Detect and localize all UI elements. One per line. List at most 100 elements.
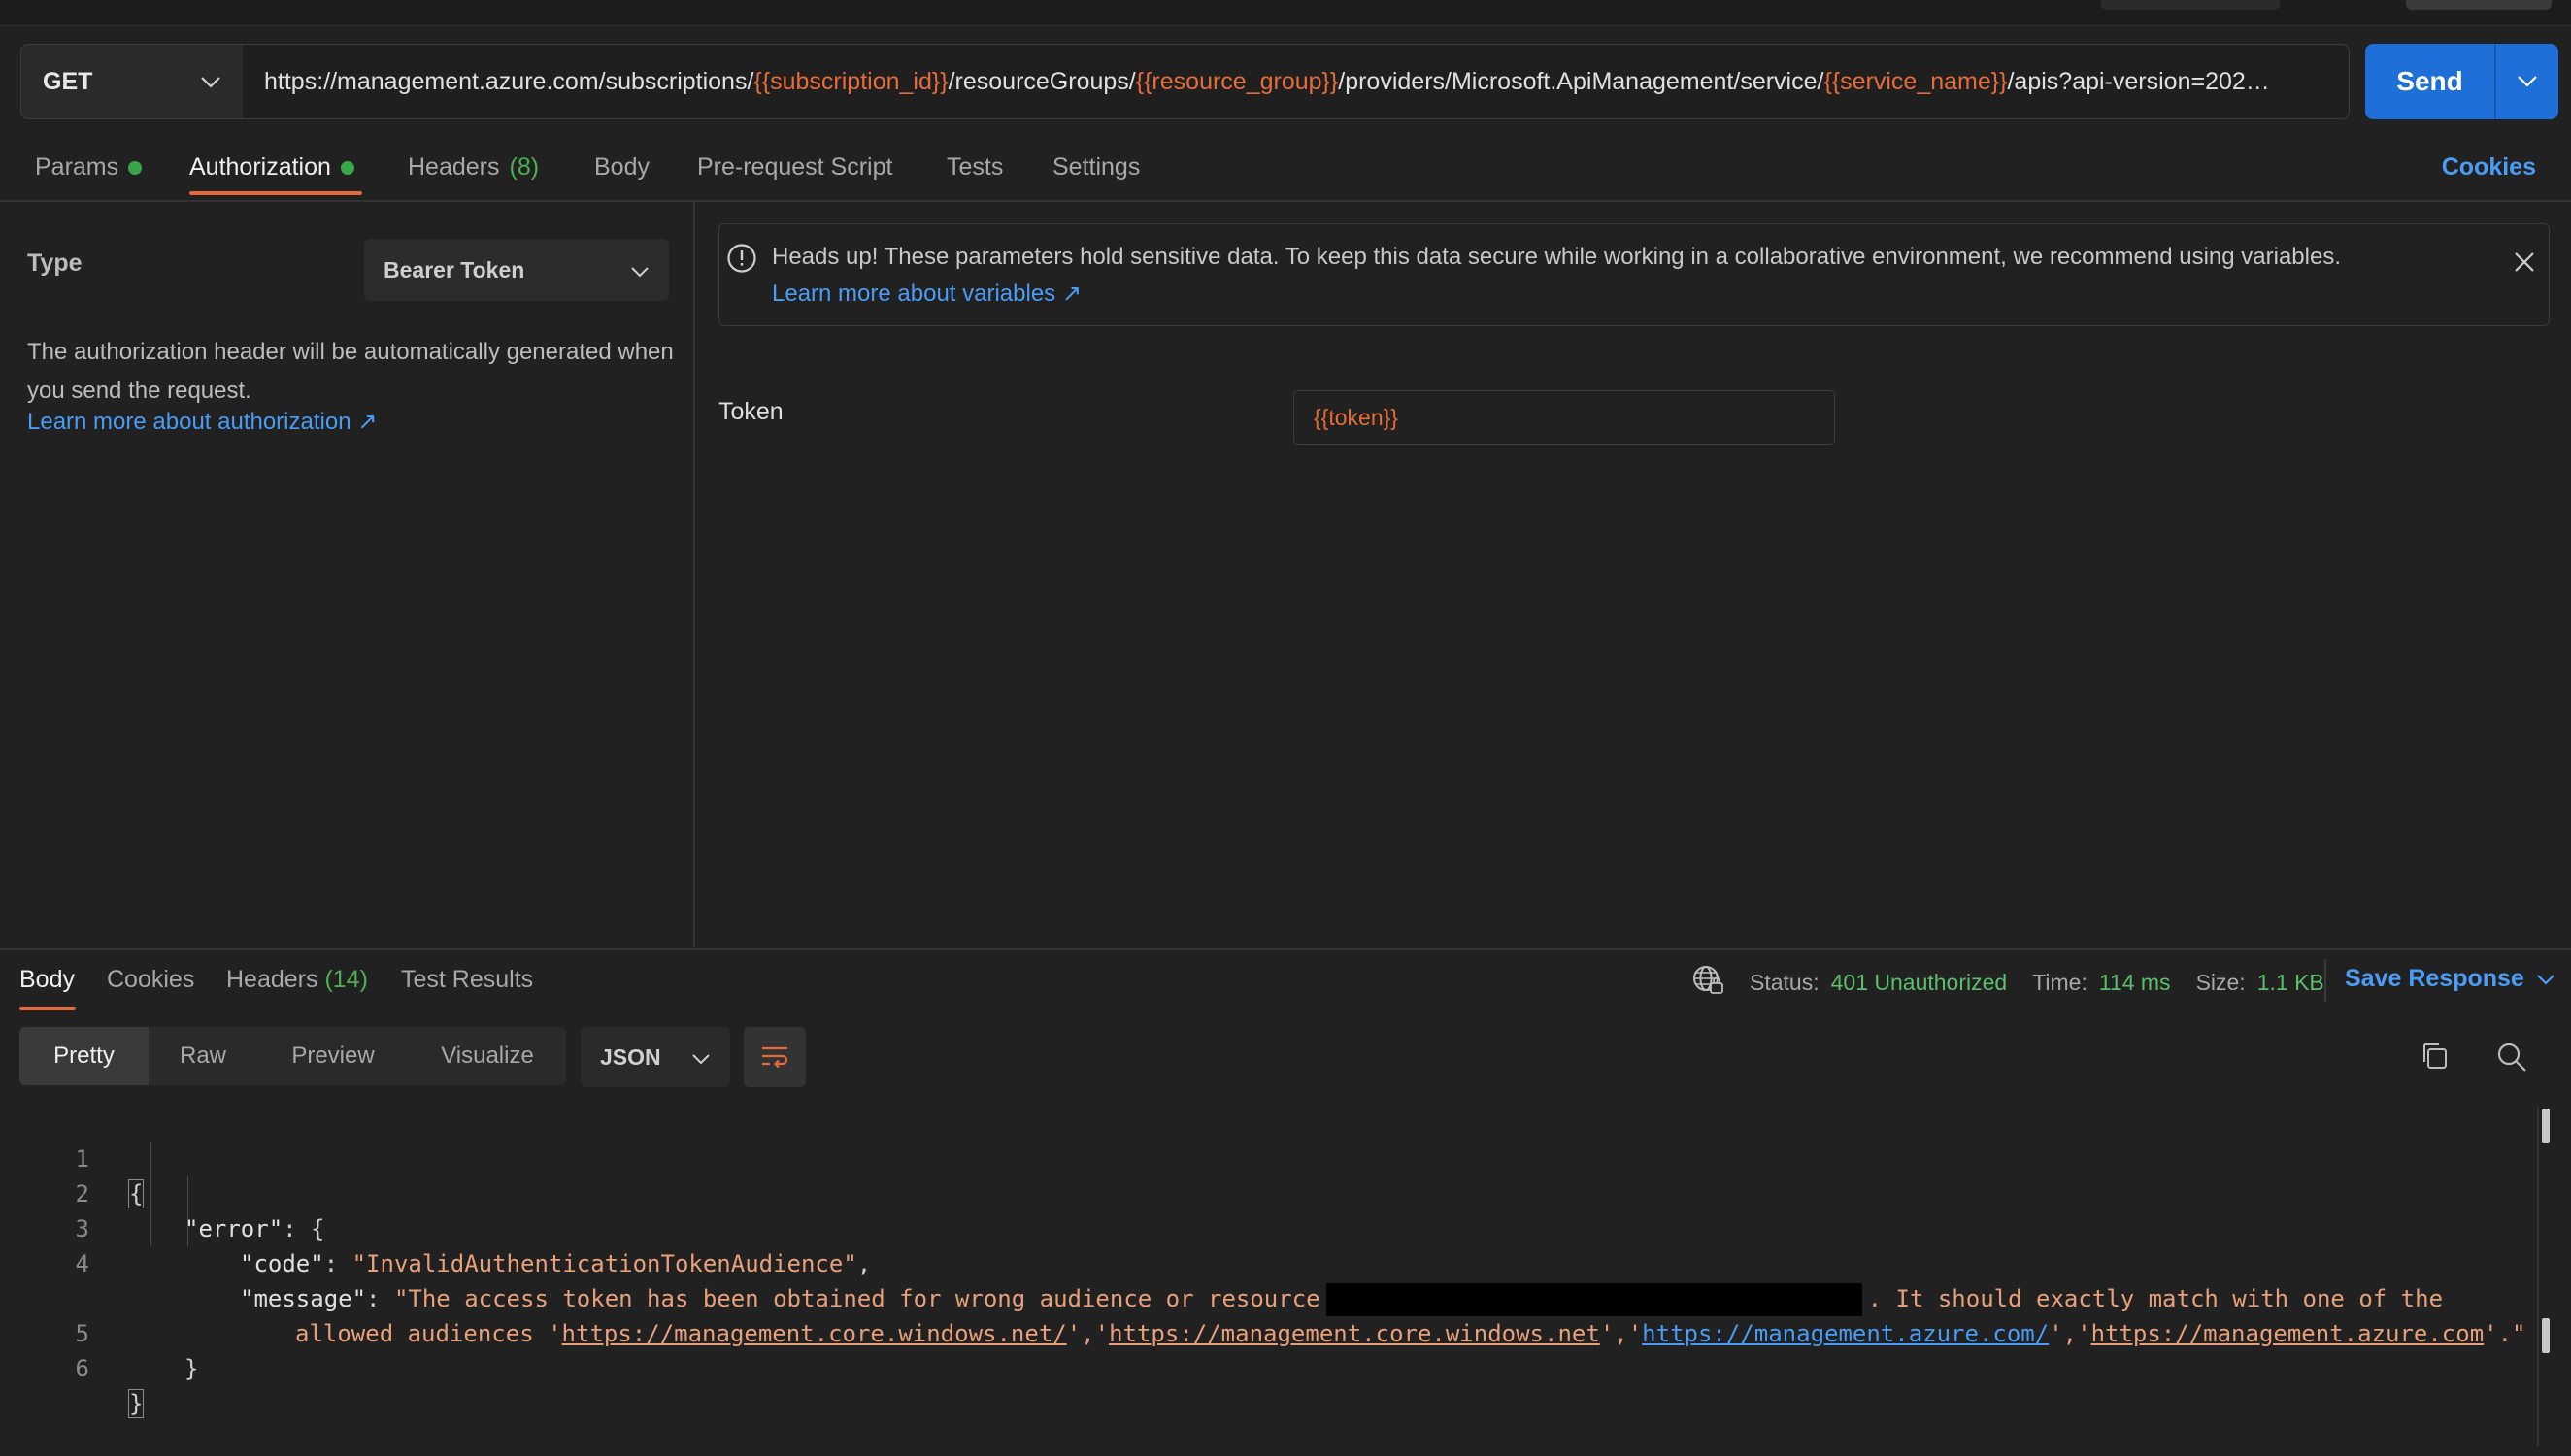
top-strip-control[interactable]	[2101, 0, 2280, 10]
json-key-code: "code"	[240, 1250, 324, 1277]
wrap-lines-icon	[762, 1046, 788, 1069]
json-key-message: "message"	[240, 1285, 367, 1312]
tab-prerequest-label: Pre-request Script	[697, 153, 893, 181]
response-tab-headers-count: (14)	[324, 966, 368, 993]
view-visualize[interactable]: Visualize	[409, 1027, 566, 1085]
tab-headers-count: (8)	[509, 153, 540, 181]
learn-authorization-link[interactable]: Learn more about authorization ↗	[27, 408, 377, 436]
request-tabs: Params Authorization Headers (8) Body Pr…	[0, 136, 2571, 202]
cookies-link[interactable]: Cookies	[2442, 153, 2536, 182]
send-label: Send	[2396, 66, 2463, 96]
tab-authorization[interactable]: Authorization	[189, 153, 354, 182]
code-line: 6 }	[0, 1316, 145, 1418]
top-strip	[0, 0, 2571, 26]
tab-tests-label: Tests	[947, 153, 1004, 181]
response-view-switcher: Pretty Raw Preview Visualize	[19, 1027, 566, 1085]
tab-tests[interactable]: Tests	[947, 153, 1003, 182]
response-tab-body[interactable]: Body	[19, 966, 75, 994]
code-line: 3 "code": "InvalidAuthenticationTokenAud…	[0, 1176, 872, 1277]
token-input[interactable]: {{token}}	[1293, 390, 1835, 445]
code-line: 4 "message": "The access token has been …	[0, 1211, 2443, 1316]
chevron-down-icon	[691, 1044, 711, 1071]
url-variable: {{service_name}}	[1823, 67, 2008, 95]
tab-params[interactable]: Params	[35, 153, 143, 182]
globe-icon[interactable]	[1691, 964, 1724, 1001]
url-segment: /providers/Microsoft.ApiManagement/servi…	[1338, 67, 1824, 95]
audience-link-3[interactable]: https://management.azure.com/	[1642, 1320, 2049, 1347]
json-value-message-part1: "The access token has been obtained for …	[393, 1285, 1320, 1312]
line-number: 6	[75, 1355, 89, 1382]
audience-link-2[interactable]: https://management.core.windows.net	[1109, 1320, 1600, 1347]
tab-authorization-label: Authorization	[189, 153, 331, 181]
tab-settings-label: Settings	[1052, 153, 1141, 181]
save-response-button[interactable]: Save Response	[2345, 965, 2555, 993]
bracket-close: }	[127, 1389, 145, 1418]
response-divider	[0, 948, 2571, 950]
top-strip-toggle[interactable]	[2406, 0, 2552, 10]
close-icon[interactable]	[2513, 250, 2536, 279]
tab-headers-label: Headers	[408, 153, 500, 181]
url-segment: /resourceGroups/	[948, 67, 1136, 95]
sensitive-data-banner	[718, 223, 2550, 326]
audience-link-4[interactable]: https://management.azure.com	[2091, 1320, 2485, 1347]
chevron-down-icon	[2518, 76, 2537, 87]
url-variable: {{subscription_id}}	[753, 67, 949, 95]
chevron-down-icon	[2537, 974, 2554, 985]
send-options-button[interactable]	[2496, 44, 2558, 119]
wrap-lines-button[interactable]	[744, 1027, 806, 1087]
method-label: GET	[43, 67, 93, 95]
view-raw[interactable]: Raw	[149, 1027, 257, 1085]
auth-type-select[interactable]: Bearer Token	[364, 239, 669, 301]
tab-body[interactable]: Body	[594, 153, 650, 182]
status-dot	[340, 160, 354, 175]
tab-prerequest-script[interactable]: Pre-request Script	[697, 153, 892, 182]
type-label: Type	[27, 249, 83, 277]
code-scrollbar[interactable]	[2537, 1107, 2539, 1446]
response-tab-test-results[interactable]: Test Results	[401, 966, 533, 994]
response-tab-cookies[interactable]: Cookies	[107, 966, 194, 994]
url-input[interactable]: https://management.azure.com/subscriptio…	[243, 44, 2350, 119]
format-select[interactable]: JSON	[581, 1027, 730, 1087]
copy-icon[interactable]	[2420, 1041, 2451, 1076]
json-key-error: "error"	[184, 1215, 284, 1242]
search-icon[interactable]	[2495, 1041, 2528, 1078]
auth-type-panel	[0, 201, 695, 948]
view-preview[interactable]: Preview	[257, 1027, 409, 1085]
tab-params-label: Params	[35, 153, 119, 181]
tab-settings[interactable]: Settings	[1052, 153, 1140, 182]
scrollbar-thumb[interactable]	[2542, 1318, 2550, 1353]
method-select[interactable]: GET	[20, 44, 244, 119]
size-value[interactable]: 1.1 KB	[2257, 970, 2324, 996]
time-value[interactable]: 114 ms	[2099, 970, 2171, 996]
url-segment: /apis?api-version=202…	[2007, 67, 2270, 95]
save-separator	[2324, 959, 2326, 1002]
token-label: Token	[718, 398, 784, 425]
save-response-label: Save Response	[2345, 965, 2524, 992]
tab-headers[interactable]: Headers (8)	[408, 153, 539, 182]
allowed-prefix: allowed audiences '	[295, 1320, 562, 1347]
info-icon	[726, 243, 757, 279]
code-line: 2 "error": {	[0, 1142, 325, 1242]
learn-variables-link[interactable]: Learn more about variables ↗	[772, 280, 1082, 308]
active-tab-indicator	[189, 191, 362, 195]
status-badge[interactable]: 401 Unauthorized	[1831, 970, 2008, 996]
response-tab-headers[interactable]: Headers (14)	[226, 966, 368, 994]
bracket-open: {	[127, 1179, 145, 1208]
view-pretty[interactable]: Pretty	[19, 1027, 149, 1085]
tab-body-label: Body	[594, 153, 650, 181]
url-variable: {{resource_group}}	[1135, 67, 1339, 95]
chevron-down-icon	[630, 257, 650, 283]
chevron-down-icon	[200, 68, 221, 96]
audience-link-1[interactable]: https://management.core.windows.net/	[562, 1320, 1067, 1347]
auth-description: The authorization header will be automat…	[27, 339, 674, 404]
scrollbar-thumb[interactable]	[2542, 1109, 2550, 1143]
banner-text: Heads up! These parameters hold sensitiv…	[772, 244, 2341, 270]
redacted-block	[1325, 1283, 1862, 1316]
json-value-message-part2: . It should exactly match with one of th…	[1867, 1285, 2444, 1312]
active-response-tab-indicator	[19, 1007, 76, 1010]
code-line: 5 }	[0, 1281, 199, 1382]
send-button[interactable]: Send	[2365, 44, 2558, 119]
allowed-suffix: '."	[2484, 1320, 2526, 1347]
format-value: JSON	[600, 1043, 661, 1070]
time-label: Time:	[2032, 969, 2087, 995]
